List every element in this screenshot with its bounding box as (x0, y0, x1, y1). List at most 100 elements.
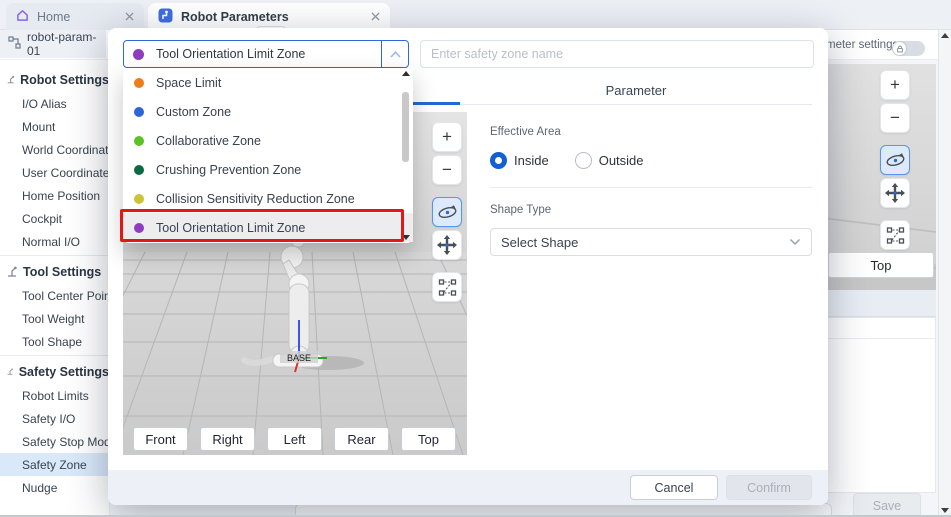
sidebar-item-user-coordinates[interactable]: User Coordinates (0, 161, 109, 184)
sidebar-item-safety-stop-modes[interactable]: Safety Stop Modes (0, 430, 109, 453)
home-icon (16, 9, 29, 25)
radio-outside[interactable]: Outside (575, 152, 644, 169)
viewport-toolbar: + − (432, 122, 462, 302)
save-button[interactable]: Save (853, 493, 921, 517)
dropdown-scrollbar[interactable] (400, 70, 411, 241)
background-viewport-toolbar: + − (880, 70, 910, 250)
sidebar-item-io-alias[interactable]: I/O Alias (0, 92, 109, 115)
chevron-down-icon (789, 238, 801, 246)
robot-arm-icon (7, 366, 14, 377)
measure-button[interactable] (432, 272, 462, 302)
close-icon[interactable] (371, 12, 380, 21)
zone-color-dot (134, 194, 144, 204)
zoom-in-button[interactable]: + (432, 122, 462, 152)
view-front-button[interactable]: Front (133, 427, 188, 451)
dropdown-item-space-limit[interactable]: Space Limit (123, 68, 413, 97)
toggle-knob (893, 42, 906, 55)
effective-area-label: Effective Area (490, 126, 812, 138)
view-top-button[interactable]: Top (828, 252, 934, 278)
sidebar-item-safety-zone[interactable]: Safety Zone (0, 453, 109, 476)
tab-home-label: Home (37, 10, 70, 24)
divider (0, 355, 109, 356)
orbit-icon (885, 150, 906, 171)
view-left-button[interactable]: Left (267, 427, 322, 451)
view-rear-button[interactable]: Rear (334, 427, 389, 451)
radio-unselected-icon (575, 152, 592, 169)
close-icon[interactable] (125, 12, 134, 21)
orbit-icon (437, 202, 458, 223)
zone-type-select[interactable]: Tool Orientation Limit Zone (123, 40, 409, 68)
measure-button[interactable] (880, 220, 910, 250)
scroll-up-icon[interactable] (941, 33, 949, 38)
sidebar-item-tool-weight[interactable]: Tool Weight (0, 307, 109, 330)
zoom-out-button[interactable]: − (432, 155, 462, 185)
param-file-chip[interactable]: robot-param-01 (0, 30, 106, 58)
tab-home[interactable]: Home (6, 3, 144, 30)
settings-note: meter settings. (826, 39, 888, 51)
divider (0, 255, 109, 256)
zone-color-dot (134, 165, 144, 175)
pan-button[interactable] (432, 230, 462, 260)
scrollbar-thumb[interactable] (402, 92, 409, 162)
zone-color-dot (134, 136, 144, 146)
tab-robot-parameters-label: Robot Parameters (181, 10, 289, 24)
base-frame-label: BASE (287, 353, 311, 363)
safety-zone-modal: Tool Orientation Limit Zone Parameter (108, 28, 828, 505)
dropdown-item-collaborative-zone[interactable]: Collaborative Zone (123, 126, 413, 155)
sidebar-item-tool-shape[interactable]: Tool Shape (0, 330, 109, 353)
browser-tab-bar: Home Robot Parameters (0, 0, 951, 30)
orbit-button[interactable] (880, 145, 910, 175)
pan-icon (437, 235, 457, 255)
lock-icon (896, 45, 904, 53)
dropdown-item-custom-zone[interactable]: Custom Zone (123, 97, 413, 126)
robot-arm-icon (7, 74, 15, 85)
pan-button[interactable] (880, 178, 910, 208)
view-preset-buttons: Front Right Left Rear Top (133, 427, 456, 451)
zoom-out-button[interactable]: − (880, 103, 910, 133)
view-top-button[interactable]: Top (401, 427, 456, 451)
scroll-up-icon[interactable] (402, 71, 410, 76)
app-window: Home Robot Parameters robot-param-01 met… (0, 0, 951, 517)
sidebar-item-world-coordinates[interactable]: World Coordinates (0, 138, 109, 161)
sidebar-item-cockpit[interactable]: Cockpit (0, 207, 109, 230)
sidebar-section-tool-settings: Tool Settings (0, 259, 109, 284)
zone-color-dot (133, 49, 144, 60)
effective-area-radio-group: Inside Outside (490, 152, 812, 169)
chevron-up-icon (389, 50, 402, 59)
radio-inside[interactable]: Inside (490, 152, 549, 169)
measure-icon (438, 278, 457, 297)
settings-lock-toggle[interactable] (892, 41, 925, 56)
zone-color-dot (134, 107, 144, 117)
dropdown-item-collision-sensitivity-reduction-zone[interactable]: Collision Sensitivity Reduction Zone (123, 184, 413, 213)
sidebar-item-home-position[interactable]: Home Position (0, 184, 109, 207)
modal-tab-parameter[interactable]: Parameter (460, 75, 812, 105)
param-file-icon (8, 36, 21, 52)
shape-type-select[interactable]: Select Shape (490, 228, 812, 256)
page-scrollbar[interactable] (938, 30, 951, 517)
select-chevron-cell[interactable] (381, 41, 408, 67)
orbit-button[interactable] (432, 197, 462, 227)
view-right-button[interactable]: Right (200, 427, 255, 451)
parameter-panel: Effective Area Inside Outside Shape Type… (490, 126, 812, 256)
divider (490, 187, 812, 188)
sidebar-item-tool-center-point[interactable]: Tool Center Point (0, 284, 109, 307)
dropdown-item-tool-orientation-limit-zone[interactable]: Tool Orientation Limit Zone (123, 213, 413, 242)
zoom-in-button[interactable]: + (880, 70, 910, 100)
zone-color-dot (134, 223, 144, 233)
dropdown-item-crushing-prevention-zone[interactable]: Crushing Prevention Zone (123, 155, 413, 184)
robot-parameters-icon (158, 8, 173, 26)
sidebar-item-normal-io[interactable]: Normal I/O (0, 230, 109, 253)
sidebar-item-safety-io[interactable]: Safety I/O (0, 407, 109, 430)
sidebar-section-safety-settings: Safety Settings (0, 359, 109, 384)
sidebar-item-mount[interactable]: Mount (0, 115, 109, 138)
zone-type-dropdown: Space Limit Custom Zone Collaborative Zo… (123, 68, 413, 243)
sidebar-item-nudge[interactable]: Nudge (0, 476, 109, 499)
scroll-down-icon[interactable] (941, 508, 949, 513)
sidebar: Robot Settings I/O Alias Mount World Coo… (0, 60, 110, 517)
confirm-button[interactable]: Confirm (726, 475, 812, 500)
sidebar-item-robot-limits[interactable]: Robot Limits (0, 384, 109, 407)
safety-zone-name-input[interactable] (420, 40, 814, 68)
cancel-button[interactable]: Cancel (630, 475, 718, 500)
scroll-down-icon[interactable] (402, 235, 410, 240)
param-file-name: robot-param-01 (27, 30, 98, 58)
